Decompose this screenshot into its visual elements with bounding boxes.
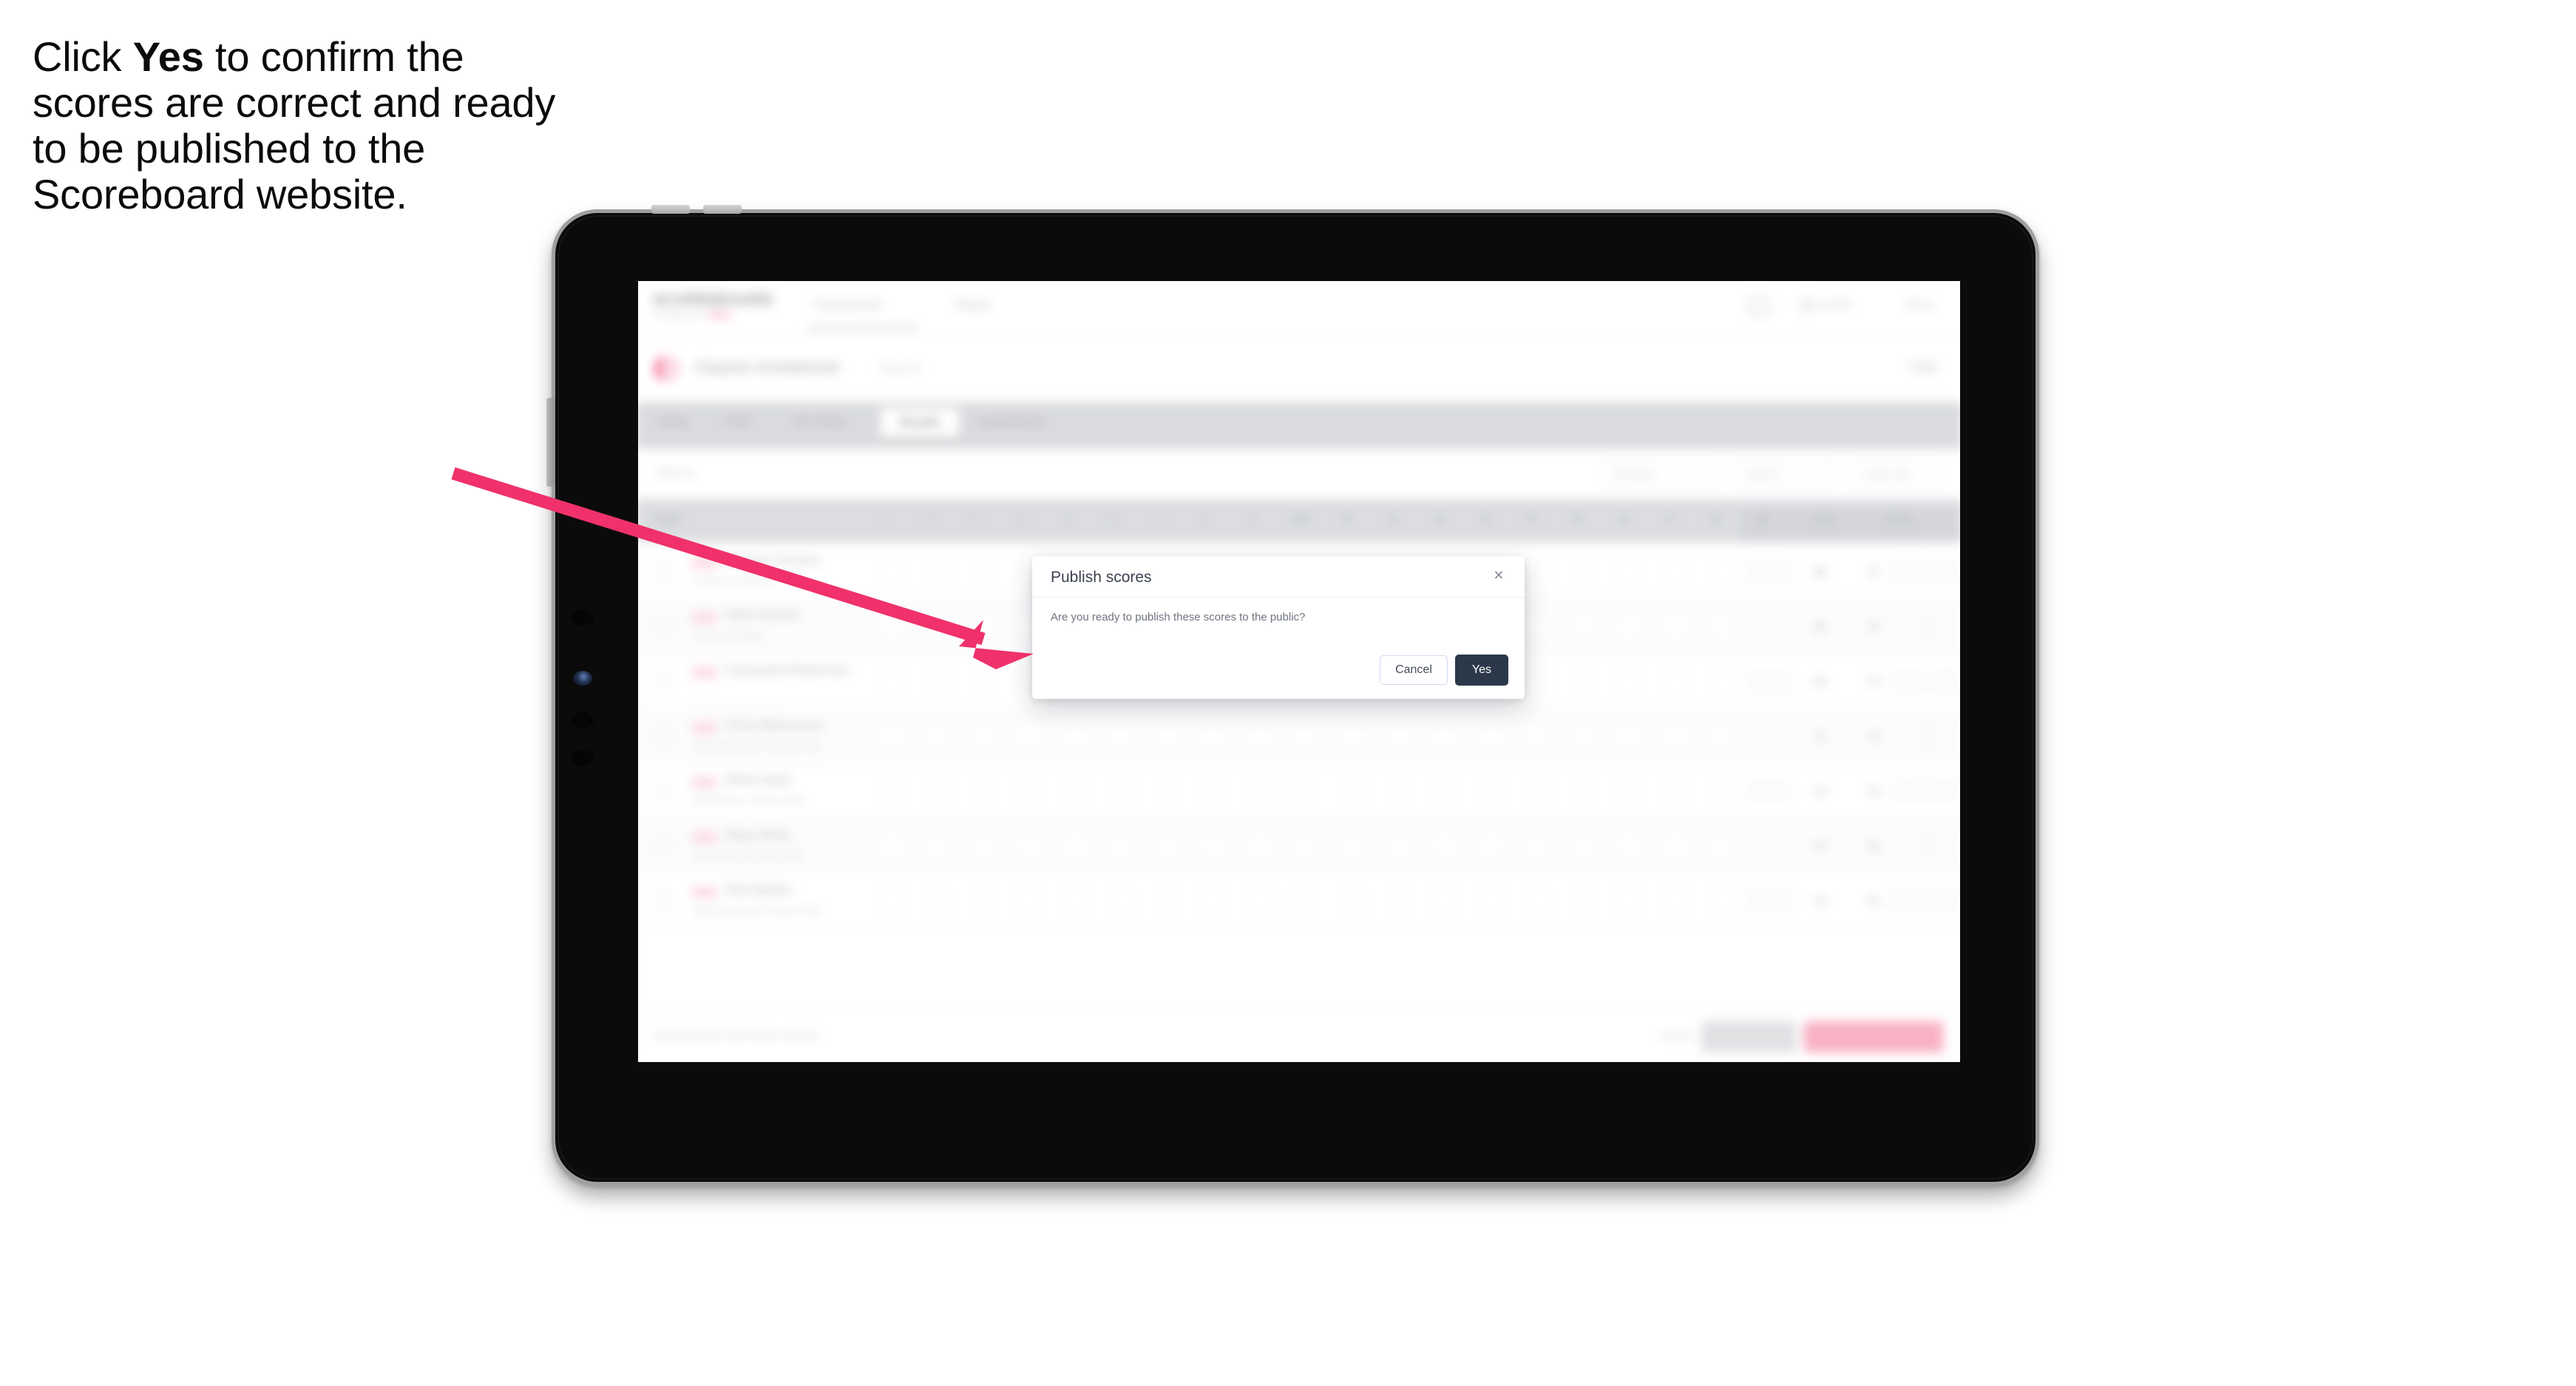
screenshot-stage: Click Yes to confirm the scores are corr… <box>0 0 2576 1386</box>
tablet-screen: SCOREBOARD POWERED BY GOLF Tournaments T… <box>638 281 1960 1062</box>
tablet-device: SCOREBOARD POWERED BY GOLF Tournaments T… <box>546 205 2039 1186</box>
dialog-message: Are you ready to publish these scores to… <box>1051 611 1306 623</box>
dialog-header: Publish scores × <box>1032 556 1525 598</box>
caption-before: Click <box>33 33 133 80</box>
publish-scores-dialog: Publish scores × Are you ready to publis… <box>1032 556 1525 699</box>
microphone-icon <box>572 750 594 766</box>
volume-down-button[interactable] <box>703 205 742 214</box>
dialog-title: Publish scores <box>1051 569 1152 586</box>
volume-up-button[interactable] <box>651 205 690 214</box>
power-button[interactable] <box>546 398 555 487</box>
dialog-actions: Cancel Yes <box>1380 655 1508 686</box>
cancel-button[interactable]: Cancel <box>1380 655 1448 685</box>
sensor-dot-icon <box>579 646 586 651</box>
instruction-caption: Click Yes to confirm the scores are corr… <box>33 33 594 218</box>
yes-button[interactable]: Yes <box>1454 655 1508 686</box>
close-icon[interactable]: × <box>1488 564 1510 586</box>
caption-bold-yes: Yes <box>132 33 204 80</box>
camera-icon <box>572 609 594 626</box>
sensor-icon <box>572 712 594 729</box>
front-camera-lens-icon <box>573 671 592 686</box>
